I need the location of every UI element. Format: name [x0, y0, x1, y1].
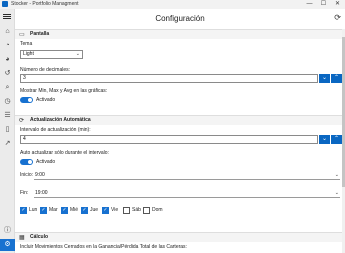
help-icon: ⓘ: [4, 227, 11, 234]
intervalo-label: Intervalo de actualización (min):: [20, 127, 91, 133]
calculator-icon: ▦: [19, 235, 25, 241]
clock-icon: ◷: [4, 98, 11, 105]
minmax-toggle-label: Activado: [36, 97, 56, 103]
sidebar-item-search[interactable]: ⌕: [0, 82, 15, 94]
settings-content: ▭ Pantalla Tema Light ⌄ Número de decima…: [15, 29, 342, 253]
check-icon: ✓: [81, 207, 88, 214]
mobile-icon: ▯: [5, 126, 10, 133]
trending-icon: ↗: [4, 140, 11, 147]
tema-dropdown[interactable]: Light ⌄: [20, 50, 83, 59]
home-icon: ⌂: [5, 28, 10, 35]
chart-pie-icon: ◔: [5, 42, 10, 49]
globe-icon: ◕: [5, 56, 10, 63]
day-checkbox-mie[interactable]: ✓ Mié: [61, 207, 83, 215]
page-header: Configuración ⟳: [15, 9, 345, 29]
section-title: Pantalla: [30, 31, 50, 37]
arrow-down-icon: ⌄: [321, 75, 328, 81]
refresh-icon[interactable]: ⟳: [334, 13, 341, 22]
day-checkbox-jue[interactable]: ✓ Jue: [81, 207, 103, 215]
close-button[interactable]: ✕: [331, 0, 344, 9]
chevron-down-icon: ⌄: [334, 190, 339, 196]
checkbox-empty-icon: [143, 207, 150, 214]
section-pantalla: ▭ Pantalla: [15, 29, 342, 39]
check-icon: ✓: [40, 207, 47, 214]
day-label: Jue: [90, 207, 99, 213]
sidebar-item-settings[interactable]: ⚙: [0, 239, 15, 251]
day-checkbox-sab[interactable]: Sáb: [123, 207, 145, 215]
fin-label: Fin:: [20, 190, 29, 196]
auto-label: Auto actualizar sólo durante el interval…: [20, 150, 109, 156]
check-icon: ✓: [102, 207, 109, 214]
movimientos-label: Incluir Movimientos Cerrados en la Ganan…: [20, 244, 187, 250]
inicio-label: Inicio:: [20, 172, 34, 178]
auto-toggle-label: Activado: [36, 159, 56, 165]
settings-icon: ⚙: [4, 241, 11, 248]
check-icon: ✓: [61, 207, 68, 214]
sidebar-item-history[interactable]: ↺: [0, 68, 15, 80]
auto-toggle[interactable]: [20, 159, 33, 165]
day-label: Dom: [152, 207, 163, 213]
sync-icon: ⟳: [19, 118, 25, 124]
search-icon: ⌕: [5, 84, 10, 91]
arrow-up-icon: ⌃: [333, 136, 340, 142]
section-calculo: ▦ Cálculo: [15, 232, 342, 242]
decimales-label: Número de decimales:: [20, 67, 71, 73]
intervalo-decrement-button[interactable]: ⌄: [319, 135, 330, 144]
window-title: Stocker - Portfolio Managment: [11, 1, 79, 7]
hamburger-icon: [3, 14, 11, 15]
fin-value: 19:00: [35, 190, 48, 196]
arrow-up-icon: ⌃: [333, 75, 340, 81]
chevron-down-icon: ⌄: [334, 172, 339, 178]
sidebar-item-home[interactable]: ⌂: [0, 26, 15, 38]
minmax-label: Mostrar Min, Max y Avg en las gráficas:: [20, 88, 108, 94]
day-label: Mar: [49, 207, 58, 213]
display-icon: ▭: [19, 32, 25, 38]
day-label: Sáb: [132, 207, 141, 213]
inicio-value: 9:00: [35, 172, 45, 178]
minimize-button[interactable]: —: [303, 0, 316, 9]
day-label: Mié: [70, 207, 79, 213]
decimales-increment-button[interactable]: ⌃: [331, 74, 342, 83]
intervalo-increment-button[interactable]: ⌃: [331, 135, 342, 144]
inicio-time-picker[interactable]: 9:00 ⌄: [34, 171, 340, 180]
list-icon: ☰: [4, 112, 11, 119]
sidebar-item-alerts[interactable]: ◷: [0, 96, 15, 108]
tema-value: Light: [23, 51, 34, 57]
sidebar: ⌂ ◔ ◕ ↺ ⌕ ◷ ☰ ▯ ↗ ⓘ ⚙: [0, 9, 15, 253]
day-checkbox-mar[interactable]: ✓ Mar: [40, 207, 62, 215]
chevron-down-icon: ⌄: [75, 51, 80, 57]
check-icon: ✓: [20, 207, 27, 214]
tema-label: Tema: [20, 41, 33, 47]
sidebar-item-portfolio[interactable]: ◔: [0, 40, 15, 52]
sidebar-item-markets[interactable]: ◕: [0, 54, 15, 66]
decimales-input[interactable]: 3: [20, 74, 318, 83]
sidebar-item-help[interactable]: ⓘ: [0, 225, 15, 237]
title-bar: Stocker - Portfolio Managment — ☐ ✕: [0, 0, 345, 9]
section-actualizacion: ⟳ Actualización Automática: [15, 115, 342, 125]
sidebar-item-trends[interactable]: ↗: [0, 138, 15, 150]
decimales-decrement-button[interactable]: ⌄: [319, 74, 330, 83]
sidebar-item-list[interactable]: ☰: [0, 110, 15, 122]
arrow-down-icon: ⌄: [321, 136, 328, 142]
day-label: Lun: [29, 207, 38, 213]
fin-time-picker[interactable]: 19:00 ⌄: [34, 189, 340, 198]
day-checkbox-dom[interactable]: Dom: [143, 207, 165, 215]
day-checkbox-lun[interactable]: ✓ Lun: [20, 207, 42, 215]
sidebar-item-mobile[interactable]: ▯: [0, 124, 15, 136]
decimales-value: 3: [23, 75, 26, 81]
minmax-toggle[interactable]: [20, 97, 33, 103]
section-title: Actualización Automática: [30, 117, 91, 123]
intervalo-value: 4: [23, 136, 26, 142]
history-icon: ↺: [4, 70, 11, 77]
hamburger-menu-button[interactable]: [0, 11, 15, 22]
maximize-button[interactable]: ☐: [317, 0, 330, 9]
page-title: Configuración: [155, 14, 205, 23]
checkbox-empty-icon: [123, 207, 130, 214]
day-label: Vie: [111, 207, 119, 213]
app-icon: [2, 1, 8, 7]
section-title: Cálculo: [30, 234, 49, 240]
intervalo-input[interactable]: 4: [20, 135, 318, 144]
day-checkbox-vie[interactable]: ✓ Vie: [102, 207, 124, 215]
